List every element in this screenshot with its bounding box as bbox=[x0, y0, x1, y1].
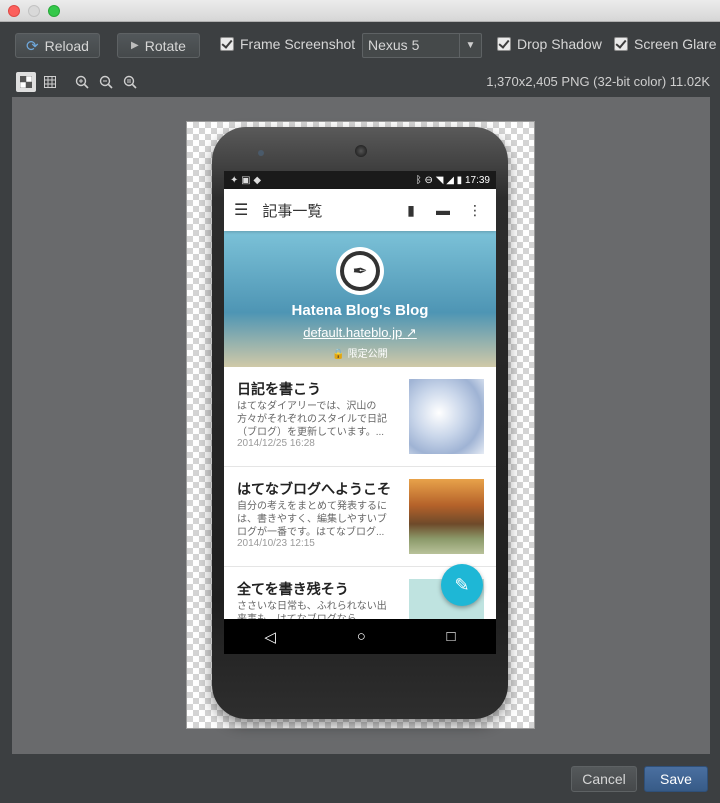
android-status-bar: ✦ ▣ ◆ ᛒ ⊖ ◥ ◢ ▮ 17:39 bbox=[224, 171, 496, 189]
home-icon[interactable]: ○ bbox=[357, 628, 366, 645]
maximize-window-button[interactable] bbox=[48, 5, 60, 17]
entry-summary: 自分の考えをまとめて発表するには、書きやすく、編集しやすいブログが一番です。はて… bbox=[237, 501, 387, 538]
do-not-disturb-icon: ⊖ bbox=[424, 174, 433, 186]
front-camera bbox=[258, 150, 264, 156]
rotate-button[interactable]: ▶ Rotate bbox=[117, 33, 200, 58]
preview-toolbar: 1,370x2,405 PNG (32-bit color) 11.02K bbox=[12, 68, 710, 96]
edit-fab-button[interactable]: ✎ bbox=[441, 564, 483, 606]
more-vert-icon[interactable]: ⋮ bbox=[464, 202, 486, 219]
chevron-down-icon[interactable]: ▼ bbox=[459, 34, 481, 57]
blog-url-link[interactable]: default.hateblo.jp ↗ bbox=[224, 325, 496, 341]
list-item[interactable]: はてなブログへようこそ 自分の考えをまとめて発表するには、書きやすく、編集しやす… bbox=[224, 467, 496, 567]
earpiece-speaker bbox=[355, 145, 367, 157]
grid-background-button[interactable] bbox=[40, 72, 60, 92]
zoom-actual-size-icon bbox=[123, 75, 137, 89]
checkbox-checked-icon bbox=[497, 37, 511, 51]
menu-icon[interactable]: ☰ bbox=[234, 200, 248, 220]
visibility-status: 🔒 限定公開 bbox=[224, 345, 496, 360]
signal-icon: ◢ bbox=[446, 174, 454, 186]
cancel-button[interactable]: Cancel bbox=[571, 766, 637, 792]
checkbox-checked-icon bbox=[614, 37, 628, 51]
entry-thumbnail bbox=[409, 379, 484, 454]
pen-nib-icon: ✒ bbox=[344, 255, 376, 287]
app-bar: ☰ 記事一覧 ▮ ▬ ⋮ bbox=[224, 189, 496, 231]
entry-summary: はてなダイアリーでは、沢山の方々がそれぞれのスタイルで日記（ブログ）を更新してい… bbox=[237, 401, 387, 438]
entry-date: 2014/12/25 16:28 bbox=[237, 438, 315, 449]
entry-date: 2014/10/23 12:15 bbox=[237, 538, 315, 549]
reload-label: Reload bbox=[44, 37, 89, 54]
recents-icon[interactable]: □ bbox=[447, 628, 456, 645]
zoom-in-icon bbox=[75, 75, 89, 89]
device-select-value: Nexus 5 bbox=[368, 37, 420, 53]
entry-title: 全てを書き残そう bbox=[237, 581, 349, 597]
screen-glare-label: Screen Glare bbox=[634, 36, 717, 52]
phone-screen: ✦ ▣ ◆ ᛒ ⊖ ◥ ◢ ▮ 17:39 ☰ 記事一覧 ▮ ▬ ⋮ ✒ Hat… bbox=[224, 171, 496, 654]
screen-glare-checkbox[interactable]: Screen Glare bbox=[614, 36, 716, 52]
entry-title: 日記を書こう bbox=[237, 381, 321, 397]
rotate-label: Rotate bbox=[144, 37, 186, 54]
entry-thumbnail bbox=[409, 479, 484, 554]
zoom-out-button[interactable] bbox=[96, 72, 116, 92]
status-time: 17:39 bbox=[464, 174, 490, 186]
wifi-icon: ◥ bbox=[435, 174, 444, 186]
save-button[interactable]: Save bbox=[644, 766, 708, 792]
external-link-icon: ↗ bbox=[405, 325, 417, 340]
status-icons: ᛒ ⊖ ◥ ◢ ▮ 17:39 bbox=[416, 175, 490, 186]
drop-shadow-label: Drop Shadow bbox=[517, 36, 602, 52]
reload-button[interactable]: ⟳ Reload bbox=[15, 33, 100, 58]
image-info: 1,370x2,405 PNG (32-bit color) 11.02K bbox=[486, 74, 710, 89]
back-icon[interactable]: ◁ bbox=[264, 628, 276, 646]
list-item[interactable]: 日記を書こう はてなダイアリーでは、沢山の方々がそれぞれのスタイルで日記（ブログ… bbox=[224, 367, 496, 467]
entry-title: はてなブログへようこそ bbox=[237, 481, 391, 497]
blog-title: Hatena Blog's Blog bbox=[291, 302, 429, 319]
refresh-icon: ⟳ bbox=[26, 37, 39, 55]
drop-shadow-checkbox[interactable]: Drop Shadow bbox=[497, 36, 602, 52]
frame-screenshot-label: Frame Screenshot bbox=[240, 36, 356, 52]
blog-url: default.hateblo.jp bbox=[303, 325, 403, 340]
checkbox-checked-icon bbox=[220, 37, 234, 51]
visibility-label: 限定公開 bbox=[347, 349, 388, 360]
close-window-button[interactable] bbox=[8, 5, 20, 17]
lock-icon: 🔒 bbox=[332, 349, 345, 360]
checkerboard-icon bbox=[20, 76, 32, 88]
blog-header: ✒ Hatena Blog's Blog default.hateblo.jp … bbox=[224, 231, 496, 367]
device-select[interactable]: Nexus 5 ▼ bbox=[362, 33, 482, 58]
window-titlebar bbox=[0, 0, 720, 22]
minimize-window-button[interactable] bbox=[28, 5, 40, 17]
zoom-out-icon bbox=[99, 75, 113, 89]
android-nav-bar: ◁ ○ □ bbox=[224, 619, 496, 654]
bluetooth-icon: ᛒ bbox=[415, 174, 422, 186]
toolbar: ⟳ Reload ▶ Rotate Frame Screenshot Nexus… bbox=[0, 22, 720, 68]
edit-icon: ✎ bbox=[454, 574, 470, 595]
checkerboard-background-button[interactable] bbox=[16, 72, 36, 92]
actual-size-button[interactable] bbox=[120, 72, 140, 92]
frame-screenshot-checkbox[interactable]: Frame Screenshot bbox=[220, 36, 355, 52]
battery-icon: ▮ bbox=[456, 174, 463, 186]
bookmark-icon[interactable]: ▮ bbox=[400, 202, 422, 219]
notification-icons: ✦ ▣ ◆ bbox=[230, 174, 262, 186]
play-icon: ▶ bbox=[131, 40, 139, 51]
grid-icon bbox=[44, 76, 56, 88]
comment-icon[interactable]: ▬ bbox=[432, 202, 454, 218]
app-title: 記事一覧 bbox=[262, 202, 323, 220]
hatena-blog-logo: ✒ bbox=[336, 247, 384, 295]
zoom-in-button[interactable] bbox=[72, 72, 92, 92]
